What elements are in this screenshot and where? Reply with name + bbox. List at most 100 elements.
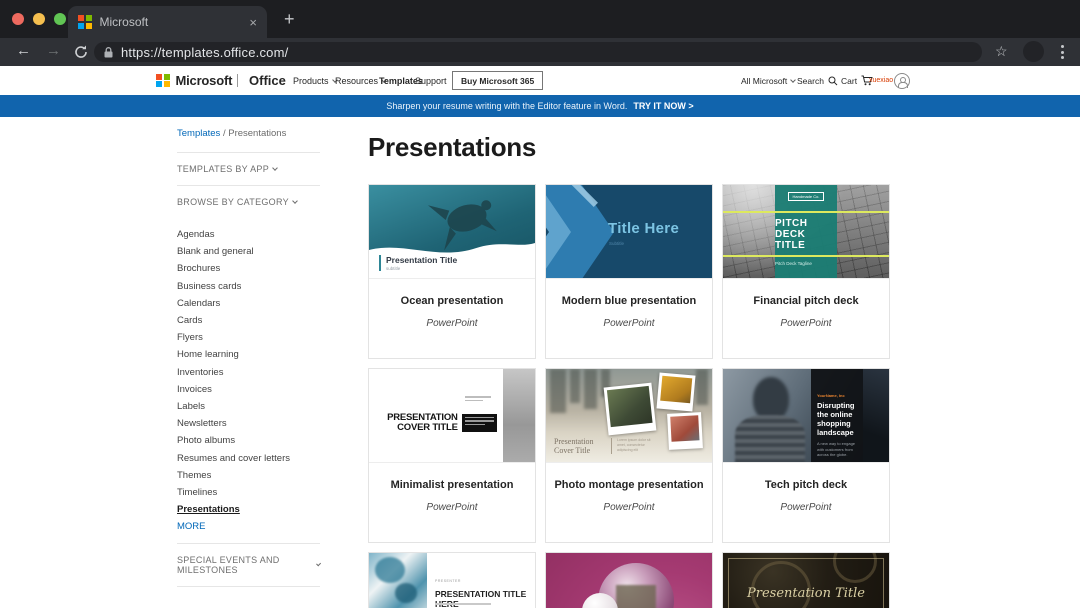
sidebar-item-labels[interactable]: Labels [177, 398, 320, 415]
tab-strip: Microsoft × + [0, 0, 1080, 38]
section-browse-by-category[interactable]: BROWSE BY CATEGORY [177, 186, 320, 218]
section-templates-by-app[interactable]: TEMPLATES BY APP [177, 153, 320, 186]
promo-cta-link[interactable]: TRY IT NOW > [633, 101, 693, 111]
thumbnail-art [375, 557, 405, 583]
address-bar[interactable]: https://templates.office.com/ [94, 42, 982, 62]
back-icon[interactable]: ← [16, 42, 31, 59]
chevron-down-icon [790, 77, 796, 83]
template-card-vintage[interactable]: Presentation Title [722, 552, 890, 608]
sidebar-item-invoices[interactable]: Invoices [177, 381, 320, 398]
sidebar-item-photo-albums[interactable]: Photo albums [177, 432, 320, 449]
thumbnail-art [696, 369, 708, 405]
sidebar-item-inventories[interactable]: Inventories [177, 364, 320, 381]
nav-support[interactable]: Support [415, 66, 447, 95]
search-button[interactable]: Search [797, 66, 838, 95]
template-card-financial-pitch[interactable]: Handmade Co. PITCH DECK TITLE Pitch Deck… [722, 184, 890, 359]
slide-caption: YourName, Inc Disrupting the online shop… [811, 369, 863, 462]
office-home-link[interactable]: Office [249, 66, 286, 95]
template-card-contoso[interactable]: Contoso [545, 552, 713, 608]
template-thumbnail: PRESENTER PRESENTATION TITLE HERE [369, 553, 535, 608]
template-card-photo-montage[interactable]: Presentation Cover Title Lorem ipsum dol… [545, 368, 713, 543]
reload-icon[interactable] [74, 45, 88, 59]
card-info: Tech pitch deck PowerPoint [723, 479, 889, 542]
sidebar-item-presentations-current[interactable]: Presentations [177, 501, 320, 518]
new-tab-button[interactable]: + [284, 9, 295, 30]
slide-title: PITCH DECK TITLE [775, 218, 837, 251]
microsoft-logo[interactable]: Microsoft [156, 66, 232, 95]
close-window-button[interactable] [12, 13, 24, 25]
sidebar-item-timelines[interactable]: Timelines [177, 484, 320, 501]
header-divider [237, 74, 238, 87]
template-thumbnail: Presentation Title subtitle [369, 185, 535, 279]
microsoft-logo-icon [156, 74, 170, 88]
page-title: Presentations [368, 132, 536, 163]
forward-icon[interactable]: → [46, 42, 61, 59]
sidebar-item-home-learning[interactable]: Home learning [177, 346, 320, 363]
sidebar-item-flyers[interactable]: Flyers [177, 329, 320, 346]
template-title: Minimalist presentation [369, 479, 535, 491]
template-card-modern-blue[interactable]: Title Here Subtitle Modern blue presenta… [545, 184, 713, 359]
nav-products[interactable]: Products [293, 66, 337, 95]
template-app: PowerPoint [369, 318, 535, 329]
sidebar-item-resumes-and-cover-letters[interactable]: Resumes and cover letters [177, 450, 320, 467]
thumbnail-art [723, 255, 889, 257]
slide-caption: Presentation Cover Title Lorem ipsum dol… [554, 437, 657, 455]
card-info: Financial pitch deck PowerPoint [723, 295, 889, 358]
slide-subtitle: PRESENTER [435, 579, 461, 583]
url-text: https://templates.office.com/ [121, 45, 288, 60]
buy-microsoft-365-button[interactable]: Buy Microsoft 365 [452, 71, 543, 90]
template-app: PowerPoint [546, 318, 712, 329]
polaroid-photo [656, 372, 695, 411]
template-card-ocean[interactable]: Presentation Title subtitle Ocean presen… [368, 184, 536, 359]
template-card-title-here[interactable]: PRESENTER PRESENTATION TITLE HERE [368, 552, 536, 608]
template-card-minimalist[interactable]: PRESENTATION COVER TITLE Minimalist pres… [368, 368, 536, 543]
tab-title: Microsoft [100, 15, 242, 29]
lock-icon [104, 47, 113, 58]
polaroid-photo [604, 383, 657, 436]
section-special-events[interactable]: SPECIAL EVENTS AND MILESTONES [177, 544, 320, 587]
account-button[interactable] [894, 66, 910, 95]
template-app: PowerPoint [723, 502, 889, 513]
slide-title: Presentation Title [723, 586, 889, 601]
sidebar-item-brochures[interactable]: Brochures [177, 260, 320, 277]
thumbnail-art [395, 583, 417, 603]
maximize-window-button[interactable] [54, 13, 66, 25]
card-info: Minimalist presentation PowerPoint [369, 479, 535, 542]
minimize-window-button[interactable] [33, 13, 45, 25]
breadcrumb-current: Presentations [228, 128, 286, 139]
sidebar-item-business-cards[interactable]: Business cards [177, 278, 320, 295]
template-title: Modern blue presentation [546, 295, 712, 307]
template-title: Ocean presentation [369, 295, 535, 307]
all-microsoft-menu[interactable]: All Microsoft [741, 66, 795, 95]
site-header: Microsoft Office Products Resources Temp… [0, 66, 1080, 95]
thumbnail-art [570, 369, 580, 403]
slide-subtitle: Lorem ipsum dolor sit amet, consectetur … [617, 438, 657, 453]
template-thumbnail: Contoso [546, 553, 712, 608]
sidebar-item-blank-and-general[interactable]: Blank and general [177, 243, 320, 260]
sidebar-more-link[interactable]: MORE [177, 518, 320, 543]
sidebar-item-themes[interactable]: Themes [177, 467, 320, 484]
thumbnail-art [584, 369, 597, 409]
breadcrumb-templates-link[interactable]: Templates [177, 128, 220, 139]
category-list: Agendas Blank and general Brochures Busi… [177, 218, 320, 544]
template-thumbnail: Title Here Subtitle [546, 185, 712, 279]
sidebar-item-agendas[interactable]: Agendas [177, 226, 320, 243]
template-card-tech-pitch[interactable]: YourName, Inc Disrupting the online shop… [722, 368, 890, 543]
slide-caption: Presentation Title subtitle [379, 255, 457, 271]
thumbnail-art [611, 438, 612, 454]
bookmark-star-icon[interactable]: ☆ [995, 44, 1008, 58]
close-tab-icon[interactable]: × [249, 16, 257, 29]
sidebar-item-newsletters[interactable]: Newsletters [177, 415, 320, 432]
sidebar-item-calendars[interactable]: Calendars [177, 295, 320, 312]
browser-window: Microsoft × + ← → https://templates.offi… [0, 0, 1080, 608]
browser-tab[interactable]: Microsoft × [68, 6, 267, 38]
template-thumbnail: Presentation Cover Title Lorem ipsum dol… [546, 369, 712, 463]
breadcrumb: Templates / Presentations [177, 128, 320, 153]
account-name[interactable]: xuexiao [869, 66, 893, 95]
chevron-down-icon [272, 165, 278, 171]
browser-profile-avatar[interactable] [1023, 41, 1044, 62]
sidebar-item-cards[interactable]: Cards [177, 312, 320, 329]
polaroid-photo [667, 412, 703, 450]
template-thumbnail: PRESENTATION COVER TITLE [369, 369, 535, 463]
browser-menu-icon[interactable] [1061, 45, 1064, 59]
